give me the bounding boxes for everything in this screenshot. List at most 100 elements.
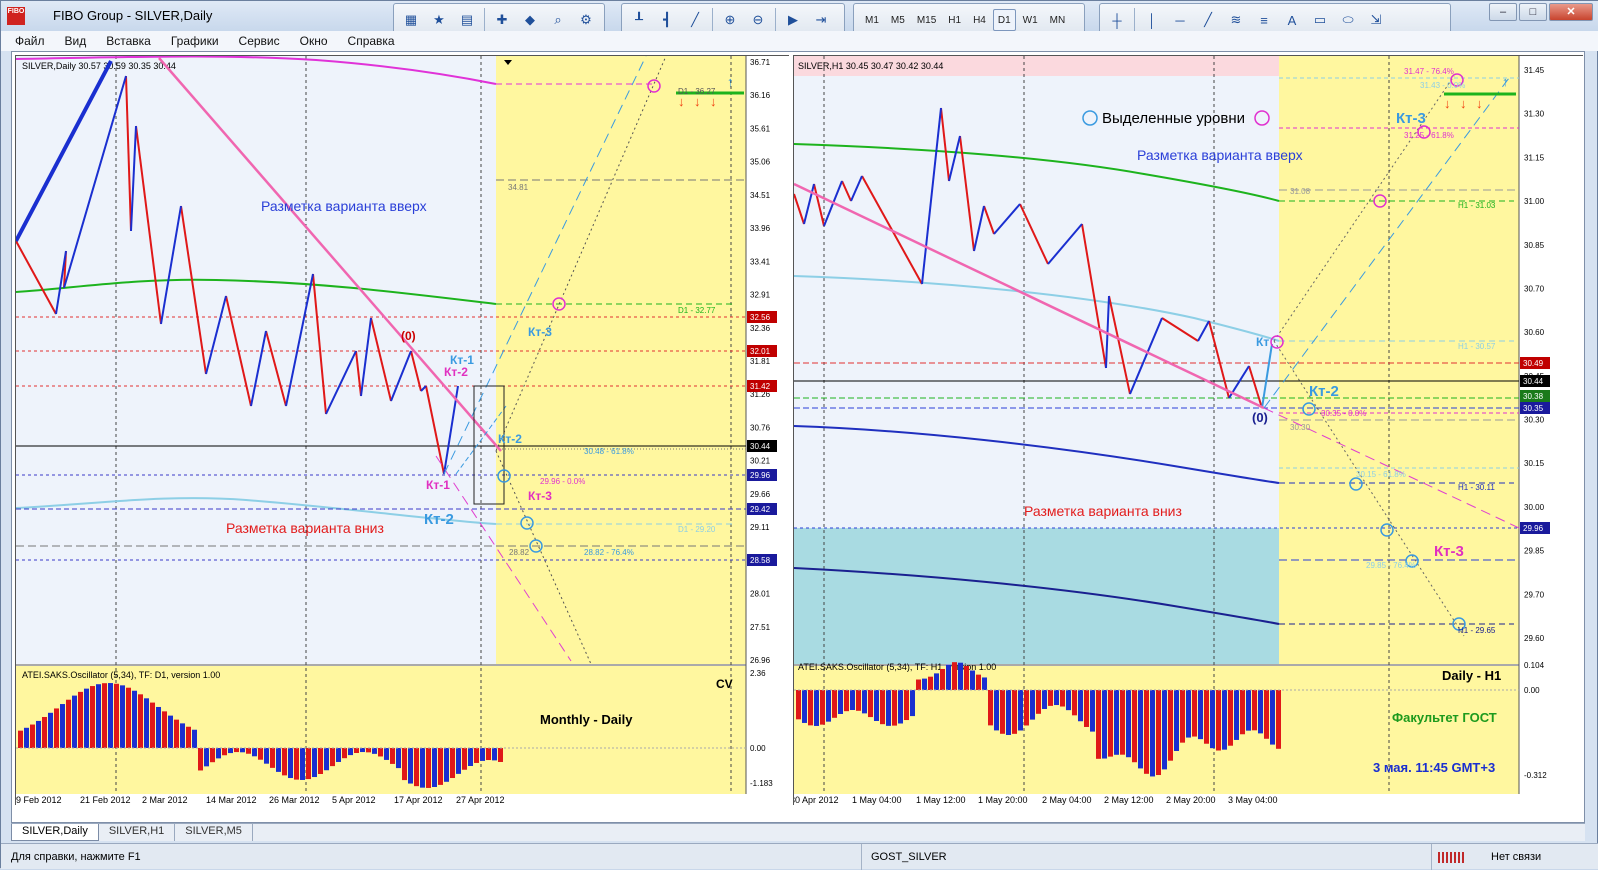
horizontal-line-icon[interactable]: ─ — [1169, 9, 1191, 31]
line-chart-icon[interactable]: ╱ — [684, 9, 706, 31]
text-icon[interactable]: A — [1281, 9, 1303, 31]
oscillator-bar — [420, 748, 425, 788]
h1-title-up: Разметка варианта вверх — [1137, 147, 1303, 163]
chart-shift-icon[interactable]: ⇥ — [810, 9, 832, 31]
bar-chart-icon[interactable]: ┸ — [628, 9, 650, 31]
price-badge-label: 30.49 — [1523, 359, 1544, 368]
oscillator-bar — [30, 724, 35, 748]
zoom-in-icon[interactable]: ⊕ — [719, 9, 741, 31]
tab-silver-daily[interactable]: SILVER,Daily — [11, 824, 99, 841]
price-badge-label: 29.42 — [750, 505, 771, 514]
daily-oscillator-area[interactable] — [16, 666, 746, 794]
oscillator-bar — [126, 687, 131, 748]
menu-window[interactable]: Окно — [300, 34, 328, 48]
oscillator-bar — [898, 690, 903, 724]
oscillator-bar — [922, 678, 927, 690]
oscillator-bar — [288, 748, 293, 779]
menu-file[interactable]: Файл — [15, 34, 45, 48]
trendline-icon[interactable]: ╱ — [1197, 9, 1219, 31]
oscillator-bar — [270, 748, 275, 768]
arrows-icon[interactable]: ⇲ — [1365, 9, 1387, 31]
oscillator-bar — [282, 748, 287, 776]
timeframe-h4-button[interactable]: H4 — [968, 9, 991, 31]
timeframe-m5-button[interactable]: M5 — [886, 9, 910, 31]
oscillator-bar — [1024, 690, 1029, 726]
menu-insert[interactable]: Вставка — [106, 34, 151, 48]
oscillator-bar — [192, 729, 197, 748]
tab-silver-h1[interactable]: SILVER,H1 — [99, 824, 176, 841]
price-badge-label: 32.56 — [750, 313, 771, 322]
chart-window-h1[interactable]: SILVER,H1 30.45 30.47 30.42 30.44 ↑ ↓ ↓ … — [793, 55, 1584, 806]
text-label-icon[interactable]: ▭ — [1309, 9, 1331, 31]
timeframe-h1-button[interactable]: H1 — [943, 9, 966, 31]
daily-osc-axis-zero: 0.00 — [750, 744, 766, 753]
new-order-icon[interactable]: ✚ — [491, 9, 513, 31]
oscillator-bar — [928, 676, 933, 690]
toolbar-separator — [1134, 8, 1135, 32]
oscillator-bar — [66, 699, 71, 748]
price-axis-label: 32.36 — [750, 324, 771, 333]
oscillator-bar — [1006, 690, 1011, 735]
h1-level-2985: 29.85 - 76.4% — [1366, 561, 1416, 570]
toolbar-separator — [775, 8, 776, 32]
menu-charts[interactable]: Графики — [171, 34, 219, 48]
oscillator-bar — [1270, 690, 1275, 745]
oscillator-bar — [240, 748, 245, 753]
timeframe-m15-button[interactable]: M15 — [912, 9, 941, 31]
menu-help[interactable]: Справка — [348, 34, 395, 48]
price-axis-label: 31.00 — [1524, 197, 1545, 206]
menu-view[interactable]: Вид — [65, 34, 87, 48]
price-badge-label: 29.96 — [750, 471, 771, 480]
date-axis-label: 30 Apr 2012 — [794, 795, 839, 805]
status-divider — [861, 844, 862, 870]
oscillator-bar — [300, 748, 305, 780]
timeframe-d1-button[interactable]: D1 — [992, 9, 1016, 31]
ellipse-icon[interactable]: ⬭ — [1337, 9, 1359, 31]
chart-window-daily[interactable]: SILVER,Daily 30.57 30.59 30.35 30.44 ↑ ↓… — [15, 55, 790, 806]
window-title: FIBO Group - SILVER,Daily — [53, 8, 213, 23]
price-axis-label: 29.11 — [750, 523, 770, 532]
candles-icon[interactable]: ┫ — [656, 9, 678, 31]
crosshair-icon[interactable]: ┼ — [1106, 9, 1128, 31]
market-watch-icon[interactable]: ▤ — [456, 9, 478, 31]
price-badge-label: 30.44 — [750, 442, 771, 451]
maximize-button[interactable]: □ — [1519, 3, 1547, 21]
oscillator-bar — [988, 690, 993, 726]
profiles-icon[interactable]: ★ — [428, 9, 450, 31]
timeframe-w1-button[interactable]: W1 — [1018, 9, 1043, 31]
h1-level-3015: 30.15 - 61.8% — [1356, 470, 1406, 479]
oscillator-bar — [138, 694, 143, 748]
tab-silver-m5[interactable]: SILVER,M5 — [175, 824, 253, 841]
oscillator-bar — [276, 748, 281, 772]
options-icon[interactable]: ⚙ — [575, 9, 597, 31]
oscillator-bar — [892, 690, 897, 726]
oscillator-bar — [408, 748, 413, 784]
timeframe-m1-button[interactable]: M1 — [860, 9, 884, 31]
oscillator-bar — [210, 748, 215, 763]
menu-tools[interactable]: Сервис — [239, 34, 280, 48]
oscillator-bar — [1126, 690, 1131, 758]
oscillator-bar — [904, 690, 909, 721]
price-axis-label: 30.30 — [1524, 416, 1545, 425]
zoom-out-icon[interactable]: ⊖ — [747, 9, 769, 31]
fibonacci-icon[interactable]: ≡ — [1253, 9, 1275, 31]
h1-future-zone — [1279, 56, 1519, 664]
daily-level-3481: 34.81 — [508, 183, 529, 192]
oscillator-bar — [432, 748, 437, 788]
close-button[interactable]: ✕ — [1549, 3, 1593, 21]
oscillator-bar — [970, 670, 975, 690]
equidistant-channel-icon[interactable]: ≋ — [1225, 9, 1247, 31]
oscillator-bar — [1180, 690, 1185, 743]
daily-level-d1-3277: D1 - 32.77 — [678, 306, 716, 315]
autoscroll-icon[interactable]: ▶ — [782, 9, 804, 31]
navigator-icon[interactable]: ⌕ — [547, 9, 569, 31]
vertical-line-icon[interactable]: │ — [1141, 9, 1163, 31]
oscillator-bar — [174, 719, 179, 748]
alert-icon[interactable]: ◆ — [519, 9, 541, 31]
minimize-button[interactable]: – — [1489, 3, 1517, 21]
new-chart-icon[interactable]: ▦ — [400, 9, 422, 31]
timeframe-mn-button[interactable]: MN — [1045, 9, 1071, 31]
oscillator-bar — [222, 748, 227, 756]
oscillator-bar — [1198, 690, 1203, 740]
daily-level-fib764: 28.82 - 76.4% — [584, 548, 634, 557]
